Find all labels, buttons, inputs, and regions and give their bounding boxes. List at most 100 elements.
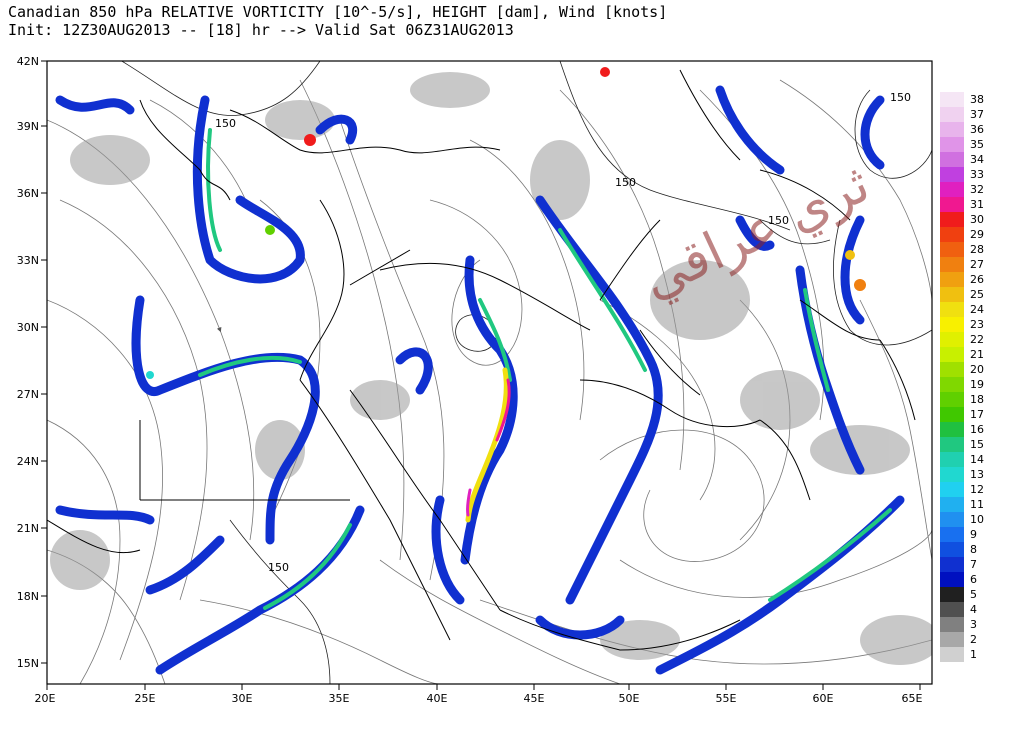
colorbar-label: 14 [970, 453, 984, 466]
colorbar-label: 29 [970, 228, 984, 241]
lat-tick-label: 27N [17, 388, 39, 401]
colorbar-label: 6 [970, 573, 977, 586]
colorbar-swatch [940, 497, 964, 512]
colorbar-label: 9 [970, 528, 977, 541]
colorbar-label: 31 [970, 198, 984, 211]
colorbar-label: 28 [970, 243, 984, 256]
lon-tick-label: 55E [716, 692, 737, 705]
contour-label: 150 [615, 176, 636, 189]
colorbar-swatch [940, 407, 964, 422]
colorbar-label: 15 [970, 438, 984, 451]
colorbar-label: 17 [970, 408, 984, 421]
lon-tick-label: 30E [232, 692, 253, 705]
lon-tick-label: 60E [813, 692, 834, 705]
colorbar-label: 33 [970, 168, 984, 181]
colorbar-label: 8 [970, 543, 977, 556]
colorbar: 3837363534333231302928272625242322212019… [940, 92, 984, 662]
colorbar-swatch [940, 527, 964, 542]
lat-tick-label: 18N [17, 590, 39, 603]
lon-tick-label: 35E [329, 692, 350, 705]
colorbar-label: 7 [970, 558, 977, 571]
colorbar-swatch [940, 422, 964, 437]
lat-tick-label: 36N [17, 187, 39, 200]
colorbar-swatch [940, 287, 964, 302]
colorbar-label: 27 [970, 258, 984, 271]
colorbar-swatch [940, 257, 964, 272]
colorbar-label: 10 [970, 513, 984, 526]
colorbar-swatch [940, 572, 964, 587]
colorbar-label: 5 [970, 588, 977, 601]
colorbar-swatch [940, 212, 964, 227]
colorbar-label: 26 [970, 273, 984, 286]
colorbar-swatch [940, 317, 964, 332]
colorbar-label: 32 [970, 183, 984, 196]
contour-label: 150 [890, 91, 911, 104]
colorbar-swatch [940, 272, 964, 287]
colorbar-swatch [940, 482, 964, 497]
colorbar-swatch [940, 302, 964, 317]
colorbar-label: 3 [970, 618, 977, 631]
colorbar-swatch [940, 107, 964, 122]
colorbar-swatch [940, 167, 964, 182]
lon-tick-label: 20E [35, 692, 56, 705]
colorbar-swatch [940, 437, 964, 452]
colorbar-swatch [940, 122, 964, 137]
colorbar-label: 21 [970, 348, 984, 361]
colorbar-swatch [940, 617, 964, 632]
colorbar-swatch [940, 542, 964, 557]
lat-tick-label: 21N [17, 522, 39, 535]
colorbar-swatch [940, 182, 964, 197]
colorbar-label: 19 [970, 378, 984, 391]
colorbar-swatch [940, 152, 964, 167]
colorbar-swatch [940, 587, 964, 602]
longitude-axis: 20E 25E 30E 35E 40E 45E 50E 55E 60E 65E [35, 684, 923, 705]
colorbar-label: 4 [970, 603, 977, 616]
lon-tick-label: 40E [427, 692, 448, 705]
lon-tick-label: 65E [902, 692, 923, 705]
colorbar-label: 30 [970, 213, 984, 226]
lat-tick-label: 15N [17, 657, 39, 670]
colorbar-swatch [940, 452, 964, 467]
weather-map-figure: ثري عراقي 150 150 150 150 150 42N 39N 36… [17, 55, 984, 705]
contour-label: 150 [215, 117, 236, 130]
colorbar-label: 36 [970, 123, 984, 136]
colorbar-label: 2 [970, 633, 977, 646]
colorbar-label: 13 [970, 468, 984, 481]
colorbar-swatch [940, 377, 964, 392]
colorbar-label: 37 [970, 108, 984, 121]
lon-tick-label: 45E [524, 692, 545, 705]
colorbar-label: 38 [970, 93, 984, 106]
colorbar-swatch [940, 557, 964, 572]
colorbar-swatch [940, 92, 964, 107]
lon-tick-label: 25E [135, 692, 156, 705]
lat-tick-label: 24N [17, 455, 39, 468]
lat-tick-label: 30N [17, 321, 39, 334]
colorbar-label: 24 [970, 303, 984, 316]
colorbar-label: 35 [970, 138, 984, 151]
colorbar-swatch [940, 467, 964, 482]
colorbar-label: 12 [970, 483, 984, 496]
colorbar-swatch [940, 347, 964, 362]
lat-tick-label: 39N [17, 120, 39, 133]
colorbar-label: 22 [970, 333, 984, 346]
colorbar-label: 18 [970, 393, 984, 406]
colorbar-label: 23 [970, 318, 984, 331]
lon-tick-label: 50E [619, 692, 640, 705]
colorbar-label: 11 [970, 498, 984, 511]
colorbar-swatch [940, 632, 964, 647]
colorbar-swatch [940, 137, 964, 152]
lat-tick-label: 42N [17, 55, 39, 68]
colorbar-swatch [940, 602, 964, 617]
colorbar-swatch [940, 242, 964, 257]
colorbar-label: 1 [970, 648, 977, 661]
colorbar-label: 34 [970, 153, 984, 166]
lat-tick-label: 33N [17, 254, 39, 267]
contour-label: 150 [268, 561, 289, 574]
colorbar-swatch [940, 647, 964, 662]
colorbar-swatch [940, 227, 964, 242]
colorbar-label: 20 [970, 363, 984, 376]
colorbar-label: 25 [970, 288, 984, 301]
contour-label: 150 [768, 214, 789, 227]
colorbar-swatch [940, 392, 964, 407]
colorbar-swatch [940, 332, 964, 347]
